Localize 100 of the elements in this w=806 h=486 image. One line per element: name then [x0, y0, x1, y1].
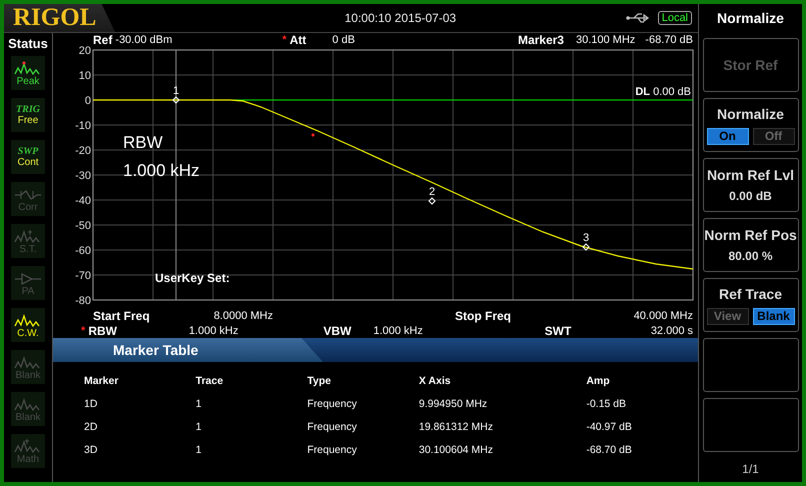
- softkey-label: Norm Ref Pos: [704, 227, 797, 243]
- axis-tick-label: -50: [75, 220, 91, 232]
- rbw-overlay-text: RBW: [123, 133, 163, 152]
- status-item-title: SWP: [18, 146, 38, 157]
- axis-tick-label: -30: [75, 170, 91, 182]
- table-cell: Frequency: [307, 444, 357, 456]
- vbw-label: VBW: [323, 324, 352, 338]
- status-item-label: Peak: [16, 76, 40, 86]
- status-item-label: Free: [18, 115, 38, 126]
- marker-label: 2: [428, 186, 436, 198]
- att-value: 0 dB: [332, 34, 355, 46]
- remote-status-badge: Local: [658, 11, 692, 25]
- table-cell: Frequency: [307, 420, 357, 432]
- axis-tick-label: -70: [75, 270, 91, 282]
- menu-title: Normalize: [717, 9, 784, 28]
- page-indicator: 1/1: [742, 462, 759, 476]
- status-item[interactable]: TRIG Free: [11, 98, 45, 132]
- asterisk-text: *: [282, 34, 287, 46]
- status-item-label: C.W.: [17, 328, 39, 338]
- table-cell: 1D: [84, 398, 98, 410]
- column-header: Trace: [196, 375, 224, 387]
- table-cell: -68.70 dB: [586, 444, 632, 456]
- softkey-value: 0.00 dB: [729, 189, 772, 203]
- date-time: 10:00:10 2015-07-03: [344, 11, 458, 25]
- toggle-option[interactable]: View: [706, 308, 748, 324]
- marker-point: [582, 243, 590, 251]
- axis-tick-label: -80: [75, 295, 91, 307]
- status-item-label: Corr: [18, 202, 38, 212]
- softkey[interactable]: Ref Trace View Blank: [702, 278, 798, 332]
- marker-table-tab[interactable]: Marker Table: [53, 338, 323, 362]
- status-item-label: Blank: [15, 370, 40, 380]
- table-cell: 1: [196, 398, 202, 410]
- table-cell: -40.97 dB: [586, 420, 632, 432]
- ref-label: Ref: [93, 33, 112, 47]
- trace-point: [312, 134, 314, 136]
- status-item-label: PA: [22, 286, 34, 296]
- marker-label: 1: [172, 85, 180, 97]
- axis-tick-label: -40: [75, 195, 91, 207]
- rbw-overlay-text: 1.000 kHz: [123, 161, 200, 180]
- att-label: Att: [290, 33, 306, 47]
- column-header: Marker: [84, 375, 118, 387]
- stop-freq-value: 40.000 MHz: [632, 310, 693, 322]
- axis-tick-label: -20: [75, 145, 91, 157]
- status-item[interactable]: SWP Cont: [11, 140, 45, 174]
- table-cell: 1: [196, 420, 202, 432]
- table-cell: 1: [196, 444, 202, 456]
- softkey[interactable]: [702, 398, 798, 452]
- display-line-label: DL 0.00 dB: [635, 86, 691, 98]
- softkey[interactable]: Norm Ref Lvl 0.00 dB: [702, 158, 798, 212]
- ref-value: -30.00 dBm: [115, 34, 172, 46]
- softkey[interactable]: Norm Ref Pos 80.00 %: [702, 218, 798, 272]
- axis-tick-label: 0: [84, 95, 91, 107]
- status-item-title: TRIG: [16, 104, 40, 115]
- logo: RIGOL: [4, 4, 115, 32]
- axis-tick-label: 20: [78, 46, 91, 57]
- toggle-option[interactable]: Off: [752, 128, 794, 144]
- table-cell: 9.994950 MHz: [418, 398, 488, 410]
- status-item-label: Blank: [15, 412, 40, 422]
- marker-point: [428, 197, 436, 205]
- axis-tick-label: -10: [75, 120, 91, 132]
- table-cell: 2D: [84, 420, 98, 432]
- toggle-option[interactable]: Blank: [752, 308, 794, 324]
- softkey-value: 80.00 %: [728, 249, 773, 263]
- status-item-label: Cont: [17, 157, 39, 168]
- table-cell: -0.15 dB: [586, 398, 626, 410]
- table-cell: Frequency: [307, 398, 357, 410]
- axis-tick-label: 10: [78, 70, 91, 82]
- column-header: Amp: [586, 375, 610, 387]
- softkey-label: Normalize: [717, 106, 784, 122]
- table-cell: 30.100604 MHz: [418, 444, 494, 456]
- start-freq-label: Start Freq: [93, 308, 151, 322]
- status-item[interactable]: Peak: [11, 56, 45, 90]
- softkey-label: Norm Ref Lvl: [706, 167, 794, 183]
- softkey-label: Ref Trace: [718, 286, 782, 302]
- status-title: Status: [8, 36, 48, 51]
- column-header: X Axis: [418, 375, 451, 387]
- swt-label: SWT: [544, 324, 572, 338]
- toggle-option[interactable]: On: [706, 128, 748, 144]
- axis-tick-label: -60: [75, 245, 91, 257]
- start-freq-value: 8.0000 MHz: [212, 310, 273, 322]
- status-item-label: Math: [16, 454, 40, 464]
- asterisk-text: *: [81, 324, 86, 336]
- swt-value: 32.000 s: [650, 324, 694, 336]
- rbw-label: RBW: [88, 324, 118, 338]
- marker-readout-frequency: 30.100 MHz: [576, 34, 636, 46]
- userkey-label: UserKey Set:: [155, 271, 230, 285]
- column-header: Type: [307, 375, 331, 387]
- table-cell: 19.861312 MHz: [418, 420, 494, 432]
- marker-label: 3: [582, 232, 590, 244]
- marker-readout-label: Marker3: [518, 33, 564, 47]
- marker-point: [172, 96, 180, 104]
- softkey[interactable]: Normalize On Off: [702, 98, 798, 152]
- marker-readout-amplitude: -68.70 dB: [645, 34, 693, 46]
- vbw-value: 1.000 kHz: [373, 324, 423, 336]
- softkey[interactable]: [702, 338, 798, 392]
- status-item[interactable]: C.W.: [11, 308, 45, 342]
- status-item-label: S.T.: [19, 244, 37, 254]
- stop-freq-label: Stop Freq: [455, 308, 511, 322]
- table-cell: 3D: [84, 444, 98, 456]
- rbw-value: 1.000 kHz: [188, 324, 238, 336]
